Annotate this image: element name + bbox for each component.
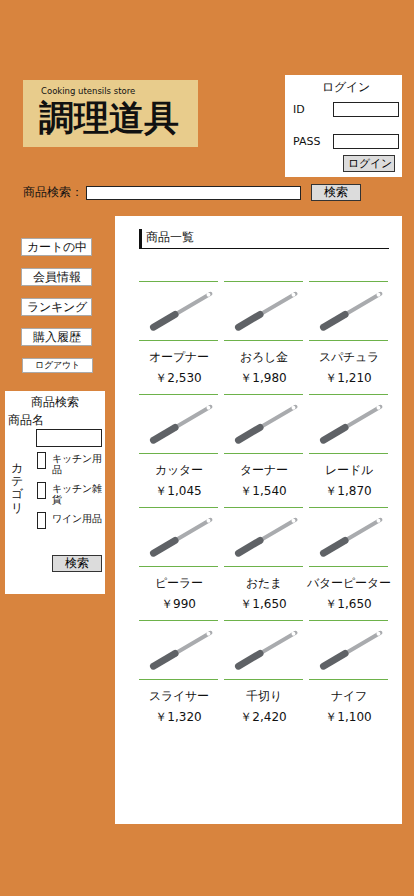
- sidebar-item[interactable]: ログアウト: [22, 358, 93, 373]
- product-image: [309, 282, 388, 341]
- id-input[interactable]: [333, 102, 399, 117]
- page: Cooking utensils store調理道具ログインIDPASSログイン…: [0, 0, 414, 896]
- product-image: [139, 395, 218, 454]
- search-bar: 商品検索： 検索: [0, 184, 414, 201]
- sidebar-item[interactable]: カートの中: [21, 238, 92, 256]
- product-image: [139, 621, 218, 680]
- header: Cooking utensils store調理道具ログインIDPASSログイン: [0, 0, 414, 177]
- product-name: レードル: [325, 462, 373, 478]
- product-price: ￥1,210: [325, 370, 371, 386]
- product-card[interactable]: ナイフ ￥1,100: [309, 620, 388, 730]
- product-name: カッター: [155, 462, 203, 478]
- login-title: ログイン: [293, 79, 399, 95]
- pass-label: PASS: [293, 135, 333, 148]
- category-item[interactable]: ワイン用品: [37, 512, 102, 529]
- product-image: [139, 508, 218, 567]
- sidebar-item[interactable]: 購入履歴: [21, 328, 92, 346]
- product-price: ￥1,870: [325, 483, 371, 499]
- product-price: ￥2,530: [155, 370, 201, 386]
- product-name: ピーラー: [155, 575, 203, 591]
- product-name: ナイフ: [331, 688, 367, 704]
- logo: Cooking utensils store調理道具: [23, 80, 198, 147]
- filter-search-button[interactable]: 検索: [52, 555, 102, 572]
- product-image: [224, 395, 303, 454]
- category-checkbox[interactable]: [37, 482, 46, 499]
- product-image: [139, 282, 218, 341]
- product-image: [224, 282, 303, 341]
- name-input[interactable]: [36, 429, 102, 447]
- login-button[interactable]: ログイン: [343, 155, 395, 172]
- product-image: [224, 621, 303, 680]
- product-card[interactable]: スライサー ￥1,320: [139, 620, 218, 730]
- product-image: [309, 508, 388, 567]
- product-name: ターナー: [240, 462, 288, 478]
- id-row: ID: [293, 102, 399, 117]
- sidebar: カートの中会員情報ランキング購入履歴ログアウト商品検索商品名カテゴリ キッチン用品…: [0, 216, 110, 594]
- product-price: ￥1,320: [155, 709, 201, 725]
- product-card[interactable]: オープナー ￥2,530: [139, 281, 218, 391]
- product-image: [224, 508, 303, 567]
- product-grid: オープナー ￥2,530 おろし金 ￥1,980 スパチュラ ￥1,210 カッター ￥1,0…: [139, 281, 389, 730]
- product-card[interactable]: 千切り ￥2,420: [224, 620, 303, 730]
- category-text: ワイン用品: [52, 512, 102, 524]
- product-card[interactable]: おろし金 ￥1,980: [224, 281, 303, 391]
- product-card[interactable]: ピーラー ￥990: [139, 507, 218, 617]
- id-label: ID: [293, 103, 333, 116]
- category-label: カテゴリ: [11, 462, 23, 529]
- pass-input[interactable]: [333, 134, 399, 149]
- product-price: ￥2,420: [240, 709, 286, 725]
- product-panel: 商品一覧オープナー ￥2,530 おろし金 ￥1,980 スパチュラ ￥1,210 カッター…: [115, 216, 402, 824]
- logo-title: 調理道具: [39, 97, 194, 139]
- pass-row: PASS: [293, 134, 399, 149]
- category-checkbox[interactable]: [37, 452, 46, 469]
- product-heading: 商品一覧: [139, 229, 389, 249]
- name-label: 商品名: [8, 412, 102, 428]
- product-card[interactable]: カッター ￥1,045: [139, 394, 218, 504]
- category-item[interactable]: キッチン用品: [37, 452, 102, 475]
- product-card[interactable]: おたま ￥1,650: [224, 507, 303, 617]
- filter-panel: 商品検索商品名カテゴリ キッチン用品キッチン雑貨ワイン用品検索: [5, 391, 105, 594]
- product-image: [309, 621, 388, 680]
- product-card[interactable]: バターピーター ￥1,650: [309, 507, 388, 617]
- sidebar-item[interactable]: ランキング: [21, 298, 92, 316]
- product-price: ￥1,045: [155, 483, 201, 499]
- product-name: 千切り: [246, 688, 282, 704]
- search-input[interactable]: [86, 186, 301, 200]
- product-card[interactable]: レードル ￥1,870: [309, 394, 388, 504]
- category-list: キッチン用品キッチン雑貨ワイン用品: [37, 452, 102, 529]
- login-box: ログイン ID PASS ログイン: [285, 75, 402, 177]
- product-price: ￥1,980: [240, 370, 286, 386]
- sidebar-menu: カートの中会員情報ランキング購入履歴ログアウト: [0, 238, 110, 373]
- logo-subtitle: Cooking utensils store: [41, 85, 194, 97]
- category-item[interactable]: キッチン雑貨: [37, 482, 102, 505]
- product-price: ￥1,650: [240, 596, 286, 612]
- product-image: [309, 395, 388, 454]
- product-name: バターピーター: [307, 575, 391, 591]
- content: カートの中会員情報ランキング購入履歴ログアウト商品検索商品名カテゴリ キッチン用品…: [0, 216, 414, 824]
- product-name: おたま: [246, 575, 282, 591]
- category-group: カテゴリ キッチン用品キッチン雑貨ワイン用品: [8, 452, 102, 529]
- product-name: おろし金: [240, 349, 288, 365]
- product-card[interactable]: ターナー ￥1,540: [224, 394, 303, 504]
- category-text: キッチン用品: [52, 452, 102, 475]
- product-name: オープナー: [149, 349, 209, 365]
- category-checkbox[interactable]: [37, 512, 46, 529]
- product-price: ￥990: [161, 596, 196, 612]
- product-price: ￥1,540: [240, 483, 286, 499]
- product-price: ￥1,100: [325, 709, 371, 725]
- search-button[interactable]: 検索: [311, 184, 361, 201]
- product-name: スライサー: [149, 688, 209, 704]
- product-price: ￥1,650: [325, 596, 371, 612]
- product-card[interactable]: スパチュラ ￥1,210: [309, 281, 388, 391]
- product-name: スパチュラ: [319, 349, 379, 365]
- search-label: 商品検索：: [23, 184, 86, 201]
- filter-title: 商品検索: [8, 394, 102, 410]
- category-text: キッチン雑貨: [52, 482, 102, 505]
- sidebar-item[interactable]: 会員情報: [21, 268, 92, 286]
